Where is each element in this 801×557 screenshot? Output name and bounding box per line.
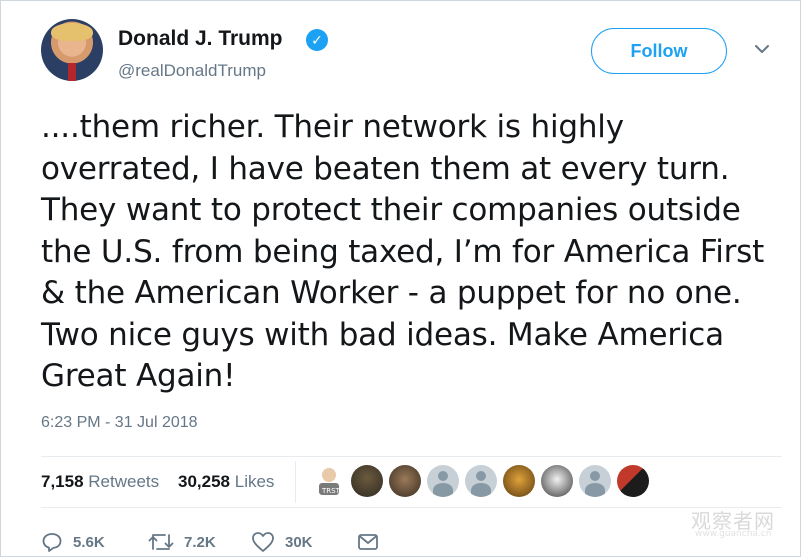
- author-avatar[interactable]: [41, 19, 103, 81]
- follow-button[interactable]: Follow: [591, 28, 727, 74]
- author-name[interactable]: Donald J. Trump: [118, 27, 283, 51]
- liker-avatar-7[interactable]: [541, 465, 573, 497]
- avatar-tie: [68, 63, 76, 81]
- liker-avatar-1[interactable]: TRST: [313, 465, 345, 497]
- retweet-count: 7,158: [41, 472, 84, 491]
- tweet-text: ....them richer. Their network is highly…: [41, 109, 765, 394]
- liker-avatar-5[interactable]: [465, 465, 497, 497]
- liker-avatar-3[interactable]: [389, 465, 421, 497]
- verified-badge-icon: ✓: [306, 29, 328, 51]
- direct-message-button[interactable]: [357, 529, 379, 555]
- tweet-timestamp[interactable]: 6:23 PM - 31 Jul 2018: [41, 414, 198, 432]
- tweet-header: Donald J. Trump ✓ @realDonaldTrump Follo…: [41, 19, 781, 89]
- reply-count: 5.6K: [73, 533, 105, 551]
- author-handle[interactable]: @realDonaldTrump: [118, 61, 266, 81]
- likes-label: Likes: [234, 472, 275, 491]
- likes-count: 30,258: [178, 472, 230, 491]
- liker-avatar-8[interactable]: [579, 465, 611, 497]
- watermark-url: www.guancha.cn: [695, 529, 772, 539]
- reply-button[interactable]: 5.6K: [41, 529, 105, 555]
- like-button[interactable]: 30K: [251, 529, 313, 555]
- heart-icon: [252, 532, 274, 552]
- divider-bottom: [41, 507, 782, 508]
- likes-stat[interactable]: 30,258 Likes: [178, 472, 274, 492]
- liker-avatar-2[interactable]: [351, 465, 383, 497]
- retweet-button[interactable]: 7.2K: [148, 529, 216, 555]
- tweet-actions: 5.6K 7.2K 30K: [41, 529, 541, 557]
- liker-avatar-9[interactable]: [617, 465, 649, 497]
- retweet-label: Retweets: [88, 472, 160, 491]
- like-action-count: 30K: [285, 533, 313, 551]
- direct-message-icon: [358, 534, 378, 550]
- retweet-stat[interactable]: 7,158 Retweets: [41, 472, 159, 492]
- retweet-action-count: 7.2K: [184, 533, 216, 551]
- tweet-stats: 7,158 Retweets 30,258 Likes TRST: [41, 457, 782, 507]
- reply-icon: [42, 533, 62, 552]
- svg-text:TRST: TRST: [321, 487, 341, 495]
- stats-separator: [295, 461, 296, 503]
- avatar-hair: [51, 23, 93, 41]
- liker-avatar-6[interactable]: [503, 465, 535, 497]
- liker-avatar-4[interactable]: [427, 465, 459, 497]
- retweet-icon: [148, 534, 174, 550]
- tweet-card: Donald J. Trump ✓ @realDonaldTrump Follo…: [0, 0, 801, 557]
- chevron-down-icon[interactable]: [754, 41, 770, 57]
